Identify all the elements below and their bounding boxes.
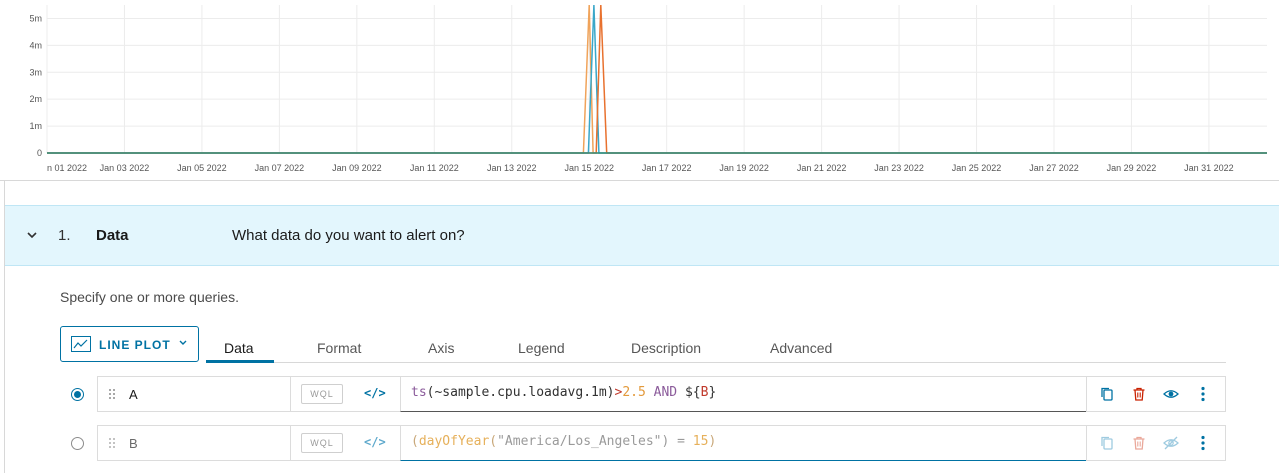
x-tick-label: Jan 31 2022 <box>1184 163 1234 173</box>
chevron-down-icon[interactable] <box>25 228 39 242</box>
expression-token: ) <box>708 434 717 449</box>
eye-icon[interactable] <box>1163 386 1179 402</box>
x-tick-label: Jan 23 2022 <box>874 163 924 173</box>
tab-data[interactable]: Data <box>224 340 254 356</box>
query-expression-input[interactable]: ts(~sample.cpu.loadavg.1m)>2.5 AND ${B} <box>400 376 1086 412</box>
query-name[interactable]: B <box>129 436 138 451</box>
series-line <box>47 4 1267 154</box>
query-b-radio[interactable] <box>71 437 84 450</box>
query-row-a: A WQL </> ts(~sample.cpu.loadavg.1m)>2.5… <box>97 376 1226 412</box>
divider <box>1086 376 1087 412</box>
y-tick-label: 3m <box>29 67 42 77</box>
expression-token: 2.5 <box>622 385 646 400</box>
series-line <box>47 4 1267 154</box>
y-tick-label: 5m <box>29 13 42 23</box>
query-expression[interactable]: (dayOfYear("America/Los_Angeles") = 15) <box>411 434 716 449</box>
series-line <box>47 4 1267 154</box>
drag-handle-icon[interactable] <box>108 388 116 400</box>
expression-token: ( <box>411 434 419 449</box>
chart-panel: 0 1m 2m 3m 4m 5m n 01 2022 Jan 03 2022 Jan 05 20… <box>0 0 1279 181</box>
expression-token: ) = <box>661 434 693 449</box>
section-header[interactable]: 1. Data What data do you want to alert o… <box>5 205 1279 266</box>
y-tick-label: 0 <box>37 148 42 158</box>
code-toggle-icon[interactable]: </> <box>364 435 386 449</box>
expression-token: } <box>708 385 717 400</box>
y-tick-label: 4m <box>29 40 42 50</box>
queries-hint: Specify one or more queries. <box>60 289 239 305</box>
trash-icon[interactable] <box>1131 386 1147 402</box>
wql-mode-badge[interactable]: WQL <box>301 384 343 404</box>
expression-token: (~sample.cpu.loadavg.1m) <box>426 385 615 400</box>
section-question: What data do you want to alert on? <box>232 227 465 244</box>
trash-icon[interactable] <box>1131 435 1147 451</box>
x-tick-label: Jan 21 2022 <box>797 163 847 173</box>
query-name[interactable]: A <box>129 387 138 402</box>
query-expression[interactable]: ts(~sample.cpu.loadavg.1m)>2.5 AND ${B} <box>411 385 716 400</box>
copy-icon[interactable] <box>1099 386 1115 402</box>
divider <box>1086 425 1087 461</box>
tab-description[interactable]: Description <box>631 340 701 356</box>
code-toggle-icon[interactable]: </> <box>364 386 386 400</box>
query-a-radio[interactable] <box>71 388 84 401</box>
y-tick-label: 2m <box>29 94 42 104</box>
expression-token: 15 <box>692 434 709 449</box>
expression-token: ${ <box>684 385 701 400</box>
x-tick-label: Jan 13 2022 <box>487 163 537 173</box>
section-title: Data <box>96 227 129 244</box>
x-tick-label: Jan 25 2022 <box>952 163 1002 173</box>
x-tick-label: Jan 11 2022 <box>410 163 459 173</box>
y-tick-label: 1m <box>29 121 42 131</box>
x-tick-label: Jan 05 2022 <box>177 163 227 173</box>
x-tick-label: Jan 15 2022 <box>564 163 614 173</box>
line-chart: 0 1m 2m 3m 4m 5m n 01 2022 Jan 03 2022 Jan 05 20… <box>29 4 1267 173</box>
query-expression-input[interactable]: (dayOfYear("America/Los_Angeles") = 15) <box>400 425 1086 461</box>
expression-token: "America/Los_Angeles" <box>497 434 662 449</box>
expression-token: ( <box>489 434 498 449</box>
line-plot-icon <box>71 336 91 352</box>
x-tick-label: Jan 17 2022 <box>642 163 692 173</box>
x-tick-label: Jan 03 2022 <box>100 163 150 173</box>
tab-format[interactable]: Format <box>317 340 361 356</box>
x-tick-label: Jan 07 2022 <box>255 163 305 173</box>
copy-icon[interactable] <box>1099 435 1115 451</box>
query-name-cell: B <box>98 426 291 460</box>
x-tick-label: Jan 27 2022 <box>1029 163 1079 173</box>
section-number: 1. <box>58 227 71 244</box>
expression-token: ts <box>411 385 427 400</box>
expression-token: dayOfYear <box>418 434 490 449</box>
chart-tabs: Data Format Axis Legend Description Adva… <box>206 336 1226 363</box>
chart-type-dropdown[interactable]: LINE PLOT <box>60 326 199 362</box>
expression-token: AND <box>645 385 685 400</box>
x-tick-label: Jan 29 2022 <box>1107 163 1157 173</box>
x-tick-label: n 01 2022 <box>47 163 87 173</box>
query-name-cell: A <box>98 377 291 411</box>
active-tab-indicator <box>206 360 274 363</box>
tab-advanced[interactable]: Advanced <box>770 340 832 356</box>
chart-type-label: LINE PLOT <box>99 338 171 352</box>
wql-mode-badge[interactable]: WQL <box>301 433 343 453</box>
tab-axis[interactable]: Axis <box>428 340 454 356</box>
more-vertical-icon[interactable] <box>1195 386 1211 402</box>
alert-section: 1. Data What data do you want to alert o… <box>4 181 1279 473</box>
eye-off-icon[interactable] <box>1163 435 1179 451</box>
tab-legend[interactable]: Legend <box>518 340 565 356</box>
chevron-down-icon <box>179 340 187 345</box>
more-vertical-icon[interactable] <box>1195 435 1211 451</box>
x-tick-label: Jan 09 2022 <box>332 163 382 173</box>
drag-handle-icon[interactable] <box>108 437 116 449</box>
query-row-b: B WQL </> (dayOfYear("America/Los_Angele… <box>97 425 1226 461</box>
x-tick-label: Jan 19 2022 <box>719 163 769 173</box>
